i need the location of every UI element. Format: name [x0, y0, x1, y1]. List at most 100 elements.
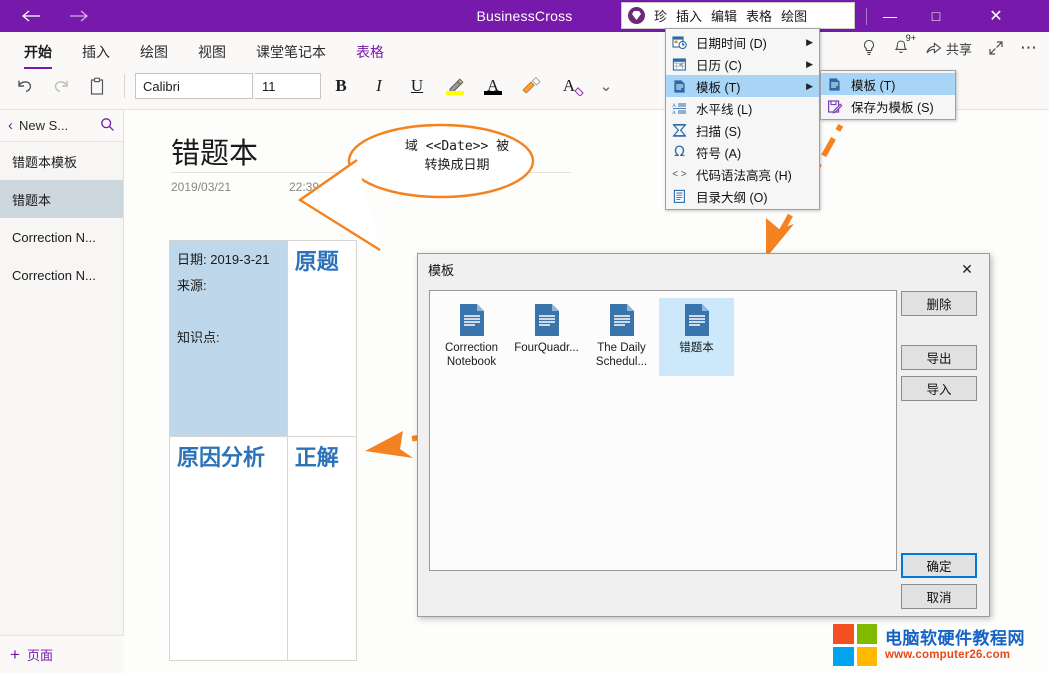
table-cell-original-question[interactable]: 原题: [287, 241, 356, 437]
chevron-down-icon[interactable]: ⌄: [589, 70, 623, 102]
table-cell-correct-answer[interactable]: 正解: [287, 437, 356, 661]
full-page-view-icon[interactable]: [988, 40, 1004, 56]
minimize-button[interactable]: —: [867, 0, 913, 32]
template-item-0[interactable]: Correction Notebook: [434, 298, 509, 376]
notifications-bell-icon[interactable]: 9+: [893, 39, 909, 57]
menu-item-date-time[interactable]: 日期时间 (D) ▶: [666, 31, 819, 53]
delete-button[interactable]: 删除: [901, 291, 977, 316]
template-item-3[interactable]: 错题本: [659, 298, 734, 376]
float-menu-item-1[interactable]: 插入: [676, 6, 702, 25]
meta-date: 日期: 2019-3-21: [177, 249, 280, 268]
scan-icon: [671, 122, 688, 139]
tab-class-notebook[interactable]: 课堂笔记本: [242, 36, 340, 69]
note-table[interactable]: 日期: 2019-3-21 来源: 知识点: 原题 原因分析 正解: [169, 240, 357, 661]
watermark-site-name: 电脑软硬件教程网: [885, 629, 1025, 649]
table-cell-cause-analysis[interactable]: 原因分析: [170, 437, 288, 661]
callout-bubble: 域 <<Date>> 被 转换成日期: [343, 122, 536, 199]
underline-button[interactable]: U: [399, 70, 435, 102]
maximize-button[interactable]: □: [913, 0, 959, 32]
highlighter-icon[interactable]: [437, 70, 473, 102]
dialog-title: 模板: [418, 254, 989, 284]
float-menu-item-4[interactable]: 绘图: [781, 6, 807, 25]
import-button[interactable]: 导入: [901, 376, 977, 401]
meta-source: 来源:: [177, 275, 280, 294]
chevron-right-icon: ▶: [806, 59, 813, 70]
menu-item-label: 日历 (C): [696, 55, 742, 74]
close-icon[interactable]: ✕: [953, 258, 981, 280]
more-options-button[interactable]: ⋯: [1020, 38, 1037, 58]
float-menu-item-3[interactable]: 表格: [746, 6, 772, 25]
menu-item-horizontal-line[interactable]: AA 水平线 (L): [666, 97, 819, 119]
table-cell-meta[interactable]: 日期: 2019-3-21 来源: 知识点:: [170, 241, 288, 437]
chevron-left-icon[interactable]: ‹: [8, 117, 13, 134]
notebook-header[interactable]: ‹ New S...: [0, 110, 123, 142]
menu-item-label: 模板 (T): [696, 77, 740, 96]
submenu-item-save-as-template[interactable]: 保存为模板 (S): [821, 95, 955, 117]
template-list[interactable]: Correction Notebook FourQuadr... The Dai…: [429, 290, 897, 571]
tab-view[interactable]: 视图: [184, 36, 240, 69]
svg-text:A: A: [672, 103, 676, 109]
cell-heading-cause: 原因分析: [177, 445, 280, 470]
template-item-1[interactable]: FourQuadr...: [509, 298, 584, 376]
sidebar-item-2[interactable]: Correction N...: [0, 218, 123, 256]
template-icon: [671, 78, 688, 95]
font-color-bar: [484, 91, 502, 95]
watermark: 电脑软硬件教程网 www.computer26.com: [833, 620, 1049, 670]
search-icon[interactable]: [100, 117, 115, 135]
title-bar: BusinessCross — □ ✕: [0, 0, 1049, 32]
menu-item-calendar[interactable]: 日历 (C) ▶: [666, 53, 819, 75]
bold-button[interactable]: B: [323, 70, 359, 102]
float-menu-item-0[interactable]: 珍: [654, 6, 667, 25]
menu-item-code-highlight[interactable]: < > 代码语法高亮 (H): [666, 163, 819, 185]
document-icon: [458, 303, 486, 337]
tab-home[interactable]: 开始: [10, 36, 66, 69]
menu-item-template[interactable]: 模板 (T) ▶: [666, 75, 819, 97]
highlight-color-bar: [446, 91, 464, 95]
menu-item-label: 目录大纲 (O): [696, 187, 768, 206]
menu-item-scan[interactable]: 扫描 (S): [666, 119, 819, 141]
menu-item-symbol[interactable]: Ω 符号 (A): [666, 141, 819, 163]
sidebar-item-0[interactable]: 错题本模板: [0, 142, 123, 180]
outline-icon: [671, 188, 688, 205]
formatting-toolbar: Calibri 11 B I U A A ⌄: [8, 70, 623, 102]
clipboard-icon[interactable]: [80, 70, 114, 102]
float-menu-item-2[interactable]: 编辑: [711, 6, 737, 25]
tab-draw[interactable]: 绘图: [126, 36, 182, 69]
submenu-item-template[interactable]: 模板 (T): [821, 73, 955, 95]
windows-logo-icon: [833, 624, 877, 666]
save-template-icon: [826, 98, 843, 115]
page-title[interactable]: 错题本: [171, 130, 258, 172]
redo-icon[interactable]: [44, 70, 78, 102]
close-button[interactable]: ✕: [973, 0, 1019, 32]
code-icon: < >: [671, 166, 688, 183]
share-button[interactable]: 共享: [925, 39, 972, 58]
add-page-button[interactable]: + 页面: [0, 635, 124, 673]
menu-item-outline[interactable]: 目录大纲 (O): [666, 185, 819, 207]
tab-table[interactable]: 表格: [342, 36, 398, 69]
sidebar-item-3[interactable]: Correction N...: [0, 256, 123, 294]
diamond-icon: [628, 7, 645, 24]
undo-icon[interactable]: [8, 70, 42, 102]
tell-me-lightbulb-icon[interactable]: [861, 39, 877, 57]
calendar-icon: [671, 56, 688, 73]
sidebar-item-1[interactable]: 错题本: [0, 180, 123, 218]
document-icon: [608, 303, 636, 337]
plus-icon: +: [10, 646, 20, 663]
omega-symbol-icon: Ω: [671, 144, 688, 161]
format-painter-icon[interactable]: [513, 70, 549, 102]
toolbar-divider: [124, 74, 125, 98]
cancel-button[interactable]: 取消: [901, 584, 977, 609]
italic-button[interactable]: I: [361, 70, 397, 102]
font-size-input[interactable]: 11: [255, 73, 321, 99]
meta-knowledge: 知识点:: [177, 327, 280, 346]
watermark-text: 电脑软硬件教程网 www.computer26.com: [885, 629, 1025, 661]
menu-item-label: 扫描 (S): [696, 121, 741, 140]
font-name-input[interactable]: Calibri: [135, 73, 253, 99]
template-item-2[interactable]: The Daily Schedul...: [584, 298, 659, 376]
font-color-button[interactable]: A: [475, 70, 511, 102]
clear-formatting-icon[interactable]: A: [551, 70, 587, 102]
tab-insert[interactable]: 插入: [68, 36, 124, 69]
export-button[interactable]: 导出: [901, 345, 977, 370]
ok-button[interactable]: 确定: [901, 553, 977, 578]
watermark-url: www.computer26.com: [885, 649, 1025, 661]
